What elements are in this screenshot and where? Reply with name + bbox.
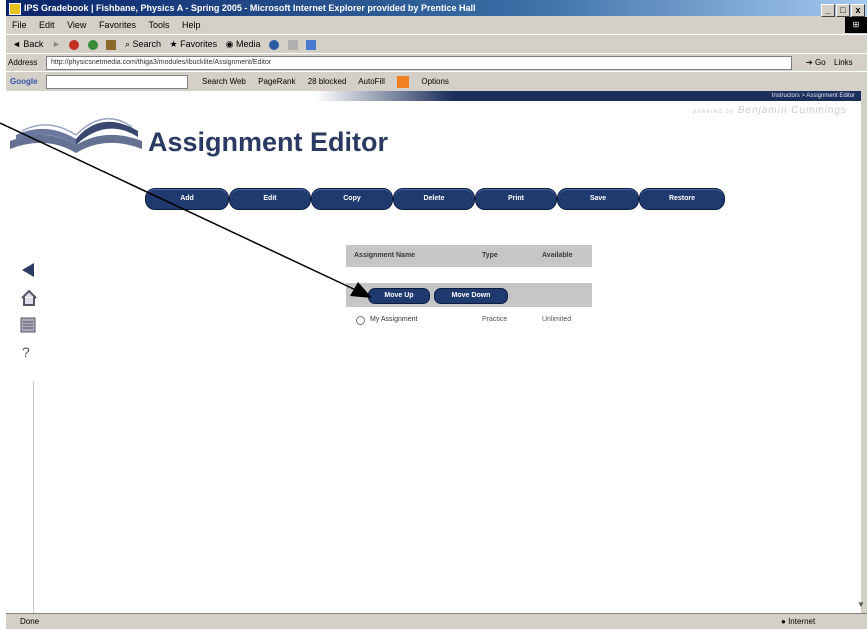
move-down-button[interactable]: Move Down <box>434 288 508 304</box>
toolbar-orange-icon[interactable] <box>397 75 410 88</box>
status-bar: Done ● Internet <box>6 613 867 629</box>
standard-toolbar: ◄ Back ► ⌕ Search ★ Favorites ◉ Media <box>6 34 867 53</box>
scroll-down-arrow[interactable]: ▼ <box>857 600 865 609</box>
refresh-icon[interactable] <box>87 39 98 50</box>
menu-tools[interactable]: Tools <box>148 20 169 30</box>
menu-view[interactable]: View <box>67 20 86 30</box>
edit-button[interactable]: Edit <box>229 188 311 210</box>
left-divider <box>33 381 34 613</box>
page-title: Assignment Editor <box>148 127 389 157</box>
print-button[interactable]: Print <box>475 188 557 210</box>
media-label: Media <box>236 39 261 49</box>
favorites-button[interactable]: ★ Favorites <box>170 39 218 49</box>
stop-icon[interactable] <box>69 39 80 50</box>
svg-text:?: ? <box>22 344 30 360</box>
google-search-input[interactable] <box>46 75 188 89</box>
windows-logo-icon: ⊞ <box>845 17 867 33</box>
security-zone: ● Internet <box>781 617 816 626</box>
window-controls: _ □ x <box>820 2 865 18</box>
search-label: Search <box>132 39 162 49</box>
google-toolbar: Google Search Web PageRank 28 blocked Au… <box>6 71 867 91</box>
back-label: Back <box>23 39 44 49</box>
page-content: Instructors > Assignment Editor powered … <box>6 91 861 613</box>
search-button[interactable]: ⌕ Search <box>125 39 161 49</box>
window-title: IPS Gradebook | Fishbane, Physics A - Sp… <box>24 3 476 13</box>
links-button[interactable]: Links <box>834 54 853 71</box>
breadcrumb: Instructors > Assignment Editor <box>771 93 855 99</box>
print-icon[interactable] <box>306 39 317 50</box>
save-button[interactable]: Save <box>557 188 639 210</box>
menu-edit[interactable]: Edit <box>39 20 55 30</box>
home-icon[interactable] <box>106 39 117 50</box>
move-up-button[interactable]: Move Up <box>368 288 430 304</box>
autofill-button[interactable]: AutoFill <box>358 77 385 86</box>
ie-app-icon <box>9 3 21 15</box>
menu-help[interactable]: Help <box>182 20 201 30</box>
menu-file[interactable]: File <box>12 20 27 30</box>
brand-name: Benjamin Cummings <box>737 105 847 116</box>
back-arrow-icon[interactable] <box>20 263 36 277</box>
pagerank-indicator[interactable]: PageRank <box>258 77 295 86</box>
go-button[interactable]: ➔ Go <box>806 54 826 71</box>
copy-button[interactable]: Copy <box>311 188 393 210</box>
home-icon[interactable] <box>20 289 38 307</box>
forward-button[interactable]: ► <box>52 39 61 49</box>
brand-prefix: powered by <box>692 109 734 115</box>
options-button[interactable]: Options <box>421 77 449 86</box>
column-type[interactable]: Type <box>482 245 498 267</box>
open-book-logo <box>10 117 142 153</box>
move-controls: Move Up Move Down <box>346 283 592 307</box>
google-toolbar-items: Search Web PageRank 28 blocked AutoFill … <box>202 72 459 91</box>
assignment-available: Unlimited <box>542 316 572 323</box>
status-text: Done <box>20 617 40 626</box>
maximize-button[interactable]: □ <box>836 4 850 17</box>
menu-bar: File Edit View Favorites Tools Help <box>6 17 867 33</box>
header-band: Instructors > Assignment Editor <box>316 91 861 101</box>
mail-icon[interactable] <box>287 39 298 50</box>
media-button[interactable]: ◉ Media <box>226 39 261 49</box>
favorites-label: Favorites <box>180 39 218 49</box>
close-button[interactable]: x <box>851 4 865 17</box>
assignment-name[interactable]: My Assignment <box>370 313 417 327</box>
address-label: Address <box>8 58 38 67</box>
search-web-button[interactable]: Search Web <box>202 77 246 86</box>
table-row[interactable]: My Assignment Practice Unlimited <box>346 313 592 327</box>
restore-button[interactable]: Restore <box>639 188 725 210</box>
assignment-type: Practice <box>482 316 508 323</box>
column-assignment-name[interactable]: Assignment Name <box>354 245 415 267</box>
browser-window: IPS Gradebook | Fishbane, Physics A - Sp… <box>6 0 867 629</box>
address-bar: Address http://physicsnetmedia.com/thiga… <box>6 53 867 71</box>
go-label: Go <box>814 58 826 67</box>
help-icon[interactable]: ? <box>20 343 34 361</box>
back-button[interactable]: ◄ Back <box>12 39 43 49</box>
minimize-button[interactable]: _ <box>821 4 835 17</box>
zone-label: Internet <box>788 617 816 626</box>
assignment-table-header: Assignment Name Type Available <box>346 245 592 267</box>
popup-blocked-button[interactable]: 28 blocked <box>308 77 347 86</box>
address-input[interactable]: http://physicsnetmedia.com/thiga3/module… <box>46 56 792 70</box>
column-available[interactable]: Available <box>542 245 572 267</box>
row-radio[interactable] <box>356 316 365 325</box>
add-button[interactable]: Add <box>145 188 229 210</box>
history-icon[interactable] <box>269 39 280 50</box>
gradebook-icon[interactable] <box>20 317 36 333</box>
brand-logo: powered by Benjamin Cummings <box>693 105 847 116</box>
menu-favorites[interactable]: Favorites <box>99 20 136 30</box>
delete-button[interactable]: Delete <box>393 188 475 210</box>
title-bar: IPS Gradebook | Fishbane, Physics A - Sp… <box>6 0 867 18</box>
google-logo[interactable]: Google <box>10 72 38 91</box>
